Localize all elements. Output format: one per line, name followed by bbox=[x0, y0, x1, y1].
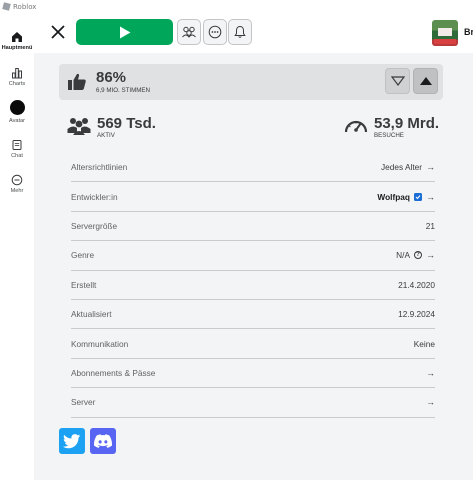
detail-value: → bbox=[426, 368, 435, 378]
detail-row-genre[interactable]: Genre N/A ? → bbox=[71, 241, 435, 271]
nav-label-more: Mehr bbox=[10, 188, 24, 194]
detail-row-updated: Aktualisiert 12.9.2024 bbox=[71, 300, 435, 330]
nav-item-chat[interactable]: Chat bbox=[0, 139, 34, 159]
arrow-right-icon: → bbox=[426, 397, 435, 408]
arrow-right-icon: → bbox=[426, 191, 435, 202]
detail-row-age-rating[interactable]: Altersrichtlinien Jedes Alter → bbox=[71, 153, 435, 183]
notification-button[interactable] bbox=[228, 19, 252, 45]
active-players-value: 569 Tsd. bbox=[97, 115, 156, 132]
detail-value: 12.9.2024 bbox=[398, 309, 435, 320]
detail-row-communication: Kommunikation Keine bbox=[71, 329, 435, 359]
detail-key: Aktualisiert bbox=[71, 309, 112, 320]
detail-key: Servergröße bbox=[71, 220, 118, 231]
players-icon bbox=[67, 118, 91, 135]
twitter-link[interactable] bbox=[59, 428, 85, 454]
game-title-truncated: Br bbox=[464, 27, 473, 37]
play-button[interactable] bbox=[76, 19, 173, 45]
detail-key: Abonnements & Pässe bbox=[71, 367, 156, 378]
window-titlebar: Roblox bbox=[0, 0, 473, 13]
upvote-button[interactable] bbox=[413, 68, 438, 94]
twitter-icon bbox=[63, 433, 81, 448]
arrow-right-icon: → bbox=[426, 162, 435, 173]
detail-value: Wolfpaq → bbox=[377, 192, 435, 202]
roblox-app-icon bbox=[2, 2, 11, 11]
arrow-right-icon: → bbox=[426, 367, 435, 378]
vote-panel: 86% 6,9 MIO. STIMMEN bbox=[59, 64, 443, 100]
detail-value: 21 bbox=[425, 220, 435, 231]
nav-label-avatar: Avatar bbox=[8, 118, 26, 124]
visits-value: 53,9 Mrd. bbox=[374, 115, 440, 132]
detail-value: N/A ? → bbox=[396, 250, 435, 261]
detail-row-servers[interactable]: Server → bbox=[71, 388, 435, 418]
window-title: Roblox bbox=[13, 2, 37, 11]
nav-item-avatar[interactable]: Avatar bbox=[0, 100, 34, 124]
detail-row-developer[interactable]: Entwickler:in Wolfpaq → bbox=[71, 182, 435, 212]
detail-key: Server bbox=[71, 397, 96, 408]
more-options-button[interactable] bbox=[203, 19, 227, 45]
party-icon bbox=[182, 26, 196, 38]
visits-label: BESUCHE bbox=[374, 132, 404, 139]
developer-name[interactable]: Wolfpaq bbox=[377, 192, 410, 202]
detail-row-created: Erstellt 21.4.2020 bbox=[71, 271, 435, 300]
detail-key: Entwickler:in bbox=[71, 191, 118, 202]
game-details-panel: 86% 6,9 MIO. STIMMEN 569 Tsd. AKTIV 53,9… bbox=[34, 53, 473, 480]
detail-value: 21.4.2020 bbox=[398, 279, 435, 290]
more-icon bbox=[11, 174, 23, 186]
nav-label-charts: Charts bbox=[8, 81, 26, 87]
left-navigation: Hauptmenü Charts Avatar Chat Mehr bbox=[0, 13, 34, 480]
detail-value: → bbox=[426, 397, 435, 407]
discord-icon bbox=[94, 434, 112, 448]
home-icon bbox=[12, 32, 22, 42]
triangle-down-icon bbox=[390, 76, 405, 86]
active-players-label: AKTIV bbox=[97, 132, 115, 139]
more-options-icon bbox=[208, 25, 222, 39]
downvote-button[interactable] bbox=[385, 68, 410, 94]
nav-item-home[interactable]: Hauptmenü bbox=[0, 31, 34, 51]
triangle-up-icon bbox=[419, 77, 432, 85]
thumbs-up-icon bbox=[68, 73, 86, 90]
nav-label-chat: Chat bbox=[11, 153, 23, 159]
play-icon bbox=[119, 26, 130, 38]
arrow-right-icon: → bbox=[426, 250, 435, 261]
nav-item-charts[interactable]: Charts bbox=[0, 67, 34, 87]
detail-key: Genre bbox=[71, 250, 95, 261]
verified-badge-icon bbox=[414, 192, 422, 201]
bell-icon bbox=[234, 25, 246, 38]
game-thumbnail[interactable] bbox=[432, 20, 458, 46]
detail-value: Jedes Alter → bbox=[380, 162, 435, 173]
chat-icon bbox=[12, 140, 22, 150]
detail-key: Erstellt bbox=[71, 279, 97, 290]
game-header: Br bbox=[34, 13, 473, 53]
detail-key: Altersrichtlinien bbox=[71, 162, 128, 173]
close-icon[interactable] bbox=[49, 23, 67, 41]
avatar-icon bbox=[9, 100, 25, 115]
detail-row-subscriptions-passes[interactable]: Abonnements & Pässe → bbox=[71, 359, 435, 389]
charts-icon bbox=[12, 68, 22, 79]
speedometer-icon bbox=[344, 120, 368, 133]
nav-item-more[interactable]: Mehr bbox=[0, 174, 34, 194]
discord-link[interactable] bbox=[90, 428, 116, 454]
nav-label-home: Hauptmenü bbox=[1, 45, 33, 51]
details-list: Altersrichtlinien Jedes Alter → Entwickl… bbox=[71, 153, 435, 418]
party-button[interactable] bbox=[177, 19, 201, 45]
vote-count: 6,9 MIO. STIMMEN bbox=[96, 87, 150, 94]
detail-value: Keine bbox=[413, 338, 435, 349]
vote-percentage: 86% bbox=[96, 69, 127, 86]
detail-row-server-size: Servergröße 21 bbox=[71, 212, 435, 242]
detail-key: Kommunikation bbox=[71, 338, 129, 349]
help-icon[interactable]: ? bbox=[414, 251, 422, 260]
